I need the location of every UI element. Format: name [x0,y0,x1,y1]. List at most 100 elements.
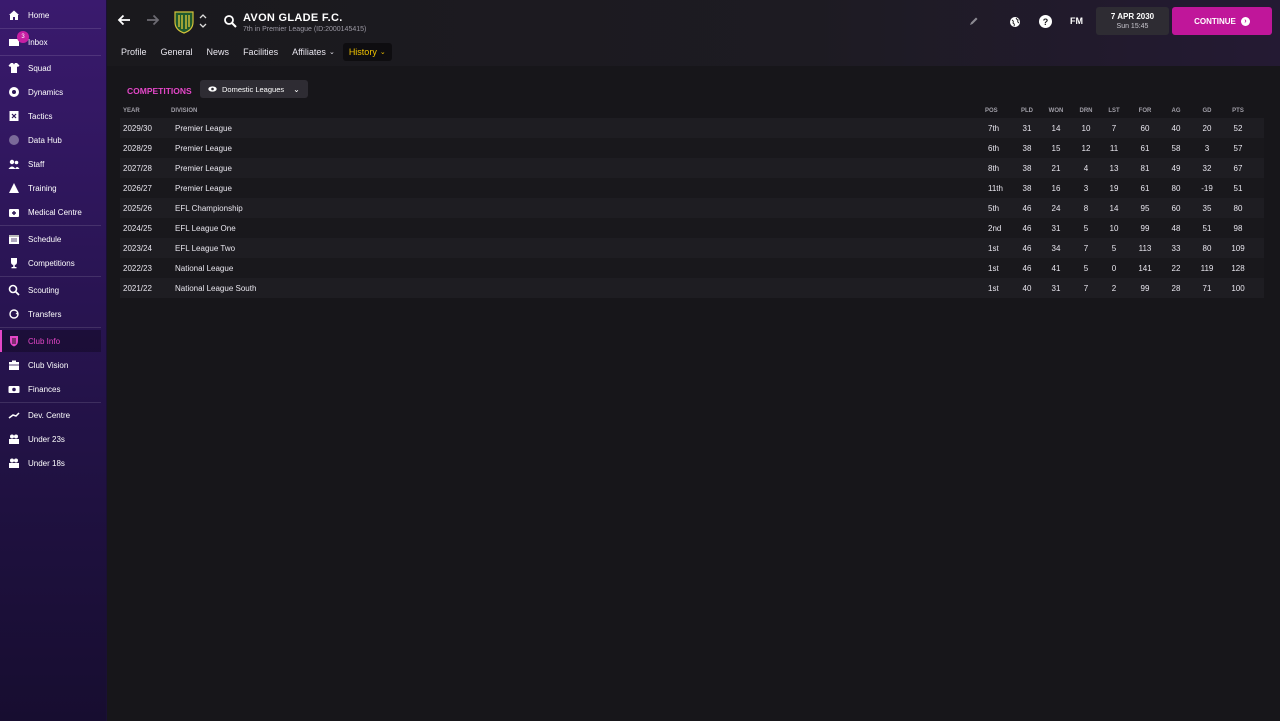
sidebar-item-finances[interactable]: Finances [0,378,101,400]
sidebar-item-label: Scouting [28,285,60,295]
forward-button[interactable] [146,13,160,29]
sidebar-item-under-18s[interactable]: Under 18s [0,452,101,474]
cell-division[interactable]: EFL League One [175,218,575,238]
cell-won: 24 [1051,203,1061,213]
sidebar-item-transfers[interactable]: Transfers [0,303,101,325]
tab-profile[interactable]: Profile [115,43,153,61]
sidebar-item-under-23s[interactable]: Under 23s [0,428,101,450]
inbox-badge: 3 [17,31,29,43]
tab-history[interactable]: History ⌄ [342,43,392,61]
column-header-pos[interactable]: POS [985,104,1015,118]
date-display[interactable]: 7 APR 2030 Sun 15:45 [1096,7,1169,35]
help-icon[interactable]: ? [1039,15,1052,28]
table-row[interactable]: 2021/22 National League South 1st 40 31 7 2 99 2… [120,278,1264,298]
column-header-pld[interactable]: PLD [1016,104,1038,118]
cell-gd: 51 [1202,223,1212,233]
sidebar-item-schedule[interactable]: Schedule [0,228,101,250]
tab-general[interactable]: General [155,43,199,61]
cell-division[interactable]: Premier League [175,138,575,158]
competitions-heading: COMPETITIONS [127,86,192,96]
column-header-for[interactable]: FOR [1132,104,1158,118]
column-header-division[interactable]: DIVISION [171,104,571,118]
cell-pos: 5th [988,203,1000,213]
cell-gd: -19 [1201,183,1213,193]
sidebar-item-medical-centre[interactable]: Medical Centre [0,201,101,223]
table-row[interactable]: 2024/25 EFL League One 2nd 46 31 5 10 99 48 51 98 [120,218,1264,238]
globe-icon[interactable] [1009,15,1021,27]
sidebar-item-staff[interactable]: Staff [0,153,101,175]
cell-ag: 28 [1171,283,1181,293]
cell-division[interactable]: National League South [175,278,575,298]
table-row[interactable]: 2028/29 Premier League 6th 38 15 12 11 61 58 3 57 [120,138,1264,158]
sidebar-item-scouting[interactable]: Scouting [0,279,101,301]
sidebar-item-dynamics[interactable]: Dynamics [0,81,101,103]
sidebar-item-club-info[interactable]: Club Info [0,330,101,352]
pencil-icon[interactable] [969,16,979,26]
table-row[interactable]: 2026/27 Premier League 11th 38 16 3 19 61 80 -19 5… [120,178,1264,198]
cell-ag: 80 [1171,183,1181,193]
cell-year: 2028/29 [123,143,152,153]
continue-button[interactable]: CONTINUE › [1172,7,1272,35]
cell-division[interactable]: Premier League [175,118,575,138]
tab-label: Facilities [243,47,279,57]
staff-icon [8,158,20,170]
under18-icon [8,457,20,469]
column-header-year[interactable]: YEAR [123,104,163,118]
cell-lst: 13 [1109,163,1119,173]
sidebar-item-club-vision[interactable]: Club Vision [0,354,101,376]
cell-division[interactable]: Premier League [175,158,575,178]
cell-pld: 46 [1022,263,1032,273]
sidebar-item-data-hub[interactable]: Data Hub [0,129,101,151]
divider [0,28,101,29]
club-switch-chevrons-icon[interactable] [199,12,207,32]
back-button[interactable] [117,13,131,29]
cell-gd: 35 [1202,203,1212,213]
cell-year: 2026/27 [123,183,152,193]
table-row[interactable]: 2025/26 EFL Championship 5th 46 24 8 14 95 60 35 8… [120,198,1264,218]
competition-filter-dropdown[interactable]: Domestic Leagues ⌄ [200,80,308,98]
sidebar-item-label: Training [28,183,57,193]
cell-pts: 100 [1231,283,1245,293]
cell-lst: 2 [1111,283,1117,293]
column-header-drn[interactable]: DRN [1075,104,1097,118]
column-header-won[interactable]: WON [1045,104,1067,118]
column-header-lst[interactable]: LST [1103,104,1125,118]
sidebar-item-tactics[interactable]: Tactics [0,105,101,127]
column-header-ag[interactable]: AG [1163,104,1189,118]
club-subtitle: 7th in Premier League (ID:2000145415) [243,26,367,33]
sidebar-item-training[interactable]: Training [0,177,101,199]
sidebar-item-inbox[interactable]: 3 Inbox [0,31,101,53]
search-icon[interactable] [223,14,237,28]
cell-pld: 40 [1022,283,1032,293]
cell-for: 61 [1140,143,1150,153]
column-header-pts[interactable]: PTS [1224,104,1252,118]
cell-division[interactable]: EFL Championship [175,198,575,218]
tab-label: Affiliates [292,47,326,57]
cell-division[interactable]: Premier League [175,178,575,198]
table-row[interactable]: 2029/30 Premier League 7th 31 14 10 7 60 40 20 52 [120,118,1264,138]
history-table: YEAR DIVISION POS PLD WON DRN LST FOR AG… [120,104,1264,298]
sidebar-item-squad[interactable]: Squad [0,57,101,79]
table-row[interactable]: 2027/28 Premier League 8th 38 21 4 13 81 49 32 67 [120,158,1264,178]
sidebar-item-dev-centre[interactable]: Dev. Centre [0,404,101,426]
cell-division[interactable]: EFL League Two [175,238,575,258]
fm-logo[interactable]: FM [1070,16,1083,26]
cell-for: 95 [1140,203,1150,213]
sidebar-item-label: Dynamics [28,87,64,97]
tab-news[interactable]: News [201,43,236,61]
tab-affiliates[interactable]: Affiliates ⌄ [286,43,341,61]
sidebar-item-competitions[interactable]: Competitions [0,252,101,274]
cell-pld: 46 [1022,223,1032,233]
cell-division[interactable]: National League [175,258,575,278]
cell-gd: 20 [1202,123,1212,133]
cell-lst: 0 [1111,263,1117,273]
cell-won: 34 [1051,243,1061,253]
column-header-gd[interactable]: GD [1194,104,1220,118]
cell-pts: 51 [1233,183,1243,193]
sidebar-item-home[interactable]: Home [0,4,101,26]
cell-pos: 8th [988,163,1000,173]
tab-facilities[interactable]: Facilities [237,43,284,61]
table-row[interactable]: 2023/24 EFL League Two 1st 46 34 7 5 113 33 80 109 [120,238,1264,258]
club-crest[interactable] [173,10,195,34]
table-row[interactable]: 2022/23 National League 1st 46 41 5 0 141 22 119 1… [120,258,1264,278]
